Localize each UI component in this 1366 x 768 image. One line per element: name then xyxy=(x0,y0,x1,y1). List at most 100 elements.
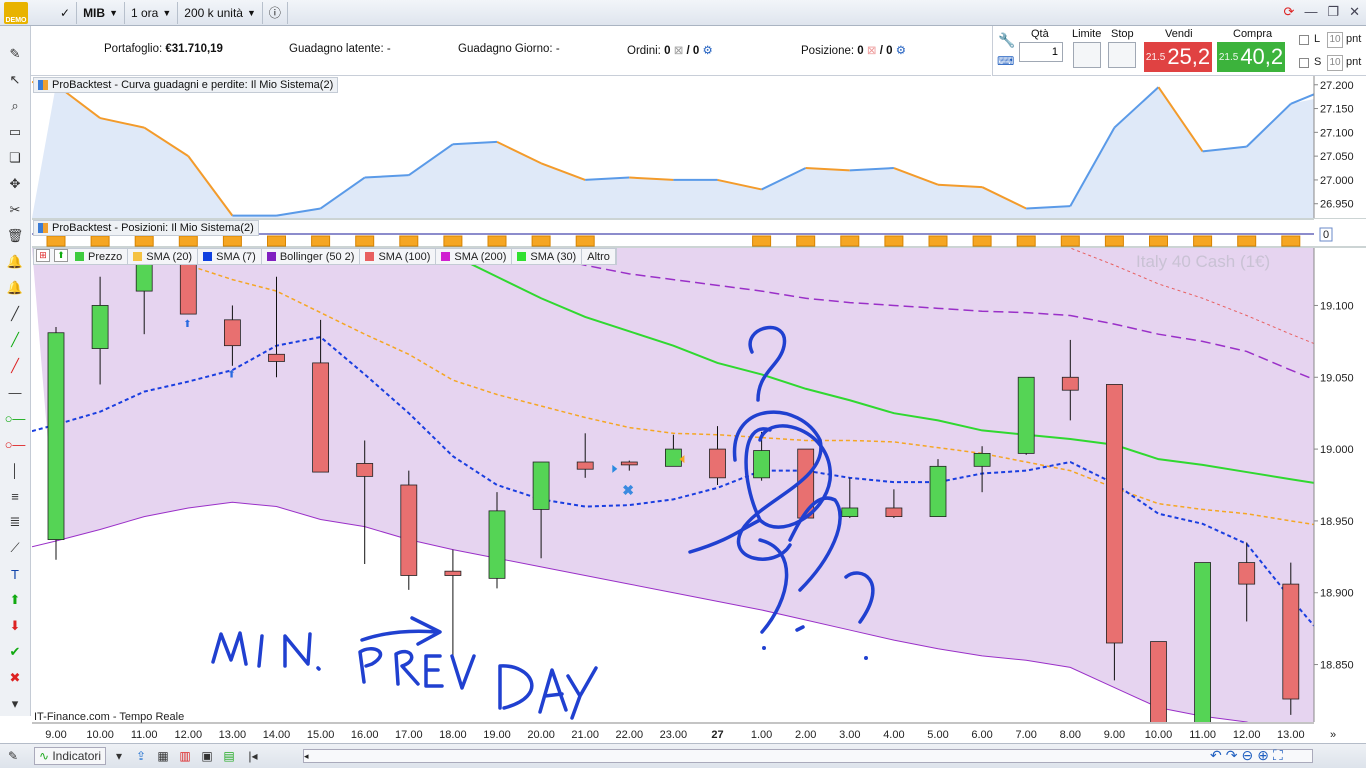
time-tick-label: 16.00 xyxy=(351,729,379,741)
position-marker xyxy=(134,235,154,247)
position-marker xyxy=(311,235,331,247)
candle-body xyxy=(1282,583,1300,700)
equity-tick-label: 27.050 xyxy=(1320,151,1354,163)
backtest-icon xyxy=(38,223,48,233)
legend-label: SMA (200) xyxy=(454,250,507,263)
trade-marker-icon: ⬆ xyxy=(227,369,235,380)
legend-item[interactable]: SMA (100) xyxy=(360,249,437,264)
candle-body xyxy=(841,507,859,517)
legend-item[interactable]: Bollinger (50 2) xyxy=(262,249,361,264)
chart-area[interactable]: 27.200 27.150 27.100 27.050 27.000 26.950 0 ⬆… xyxy=(0,0,1366,768)
time-tick-label: 19.00 xyxy=(483,729,511,741)
legend-item[interactable]: Altro xyxy=(582,249,616,264)
time-tick-label: 8.00 xyxy=(1060,729,1081,741)
time-tick-label: 11.00 xyxy=(131,729,158,741)
undo-icon[interactable]: ↶ xyxy=(1210,747,1222,764)
legend-item[interactable]: SMA (7) xyxy=(198,249,262,264)
scroll-first-icon[interactable]: |◂ xyxy=(244,747,262,765)
scroll-left-icon[interactable]: ◂ xyxy=(304,751,316,761)
draw-icon[interactable]: ✎ xyxy=(4,747,22,765)
position-marker xyxy=(928,235,948,247)
position-marker xyxy=(46,235,66,247)
annotation-dot xyxy=(762,646,766,650)
cancel-marker-icon: ✖ xyxy=(622,482,634,498)
legend-swatch xyxy=(441,252,451,261)
legend-item[interactable]: SMA (30) xyxy=(512,249,583,264)
candle-body xyxy=(47,332,65,540)
time-tick-label: 9.00 xyxy=(45,729,66,741)
legend-label: SMA (20) xyxy=(146,250,193,263)
position-marker xyxy=(884,235,904,247)
data-source-label: IT-Finance.com - Tempo Reale xyxy=(34,711,185,723)
time-tick-label: 17.00 xyxy=(395,729,423,741)
horizontal-scrollbar[interactable]: ◂ xyxy=(303,749,1313,763)
equity-tick-label: 26.950 xyxy=(1320,199,1354,211)
equity-title-text: ProBacktest - Curva guadagni e perdite: … xyxy=(52,79,334,91)
candle-body xyxy=(709,448,726,479)
candle-body xyxy=(929,465,947,517)
candle-body xyxy=(444,570,462,576)
time-tick-label: 10.00 xyxy=(1145,729,1173,741)
position-marker xyxy=(267,235,286,247)
time-tick-label: 11.00 xyxy=(1189,729,1216,741)
time-tick-label: 12.00 xyxy=(175,729,203,741)
redo-icon[interactable]: ↷ xyxy=(1226,747,1238,764)
time-tick-label: 4.00 xyxy=(883,729,904,741)
price-tick-label: 18.850 xyxy=(1320,660,1354,672)
candle-body xyxy=(1017,376,1035,454)
equity-panel: 27.200 27.150 27.100 27.050 27.000 26.950 xyxy=(31,76,1366,220)
candle-body xyxy=(885,507,903,517)
legend-label: Altro xyxy=(587,250,610,263)
price-tick-label: 19.100 xyxy=(1320,300,1354,312)
screener-icon[interactable]: ▤ xyxy=(220,747,238,765)
legend-label: Prezzo xyxy=(88,250,123,263)
position-marker xyxy=(90,235,110,247)
fullscreen-icon[interactable]: ⛶ xyxy=(1273,747,1283,764)
legend-item[interactable]: SMA (200) xyxy=(436,249,513,264)
time-tick-label: 13.00 xyxy=(219,729,247,741)
close-chart-icon[interactable]: ⊞ xyxy=(36,249,50,262)
price-tick-label: 18.900 xyxy=(1320,588,1354,600)
chevron-down-icon[interactable]: ▾ xyxy=(110,747,128,765)
position-marker xyxy=(1193,235,1213,247)
legend-swatch xyxy=(266,252,276,261)
bar-chart-icon[interactable]: ▥ xyxy=(176,747,194,765)
position-marker xyxy=(1060,235,1080,247)
position-marker xyxy=(531,235,551,247)
equity-axis-bg xyxy=(1314,76,1366,218)
indicator-legend: ⊞ ⬆ Prezzo SMA (20) SMA (7) Bollinger (50 2… xyxy=(33,248,617,265)
legend-item[interactable]: Prezzo xyxy=(70,249,129,264)
zoom-in-icon[interactable]: ⊕ xyxy=(1257,747,1269,764)
layout-icon[interactable]: ▦ xyxy=(154,747,172,765)
equity-panel-title[interactable]: ProBacktest - Curva guadagni e perdite: … xyxy=(33,77,339,93)
equity-tick-label: 27.150 xyxy=(1320,104,1354,116)
time-tick-label: 12.00 xyxy=(1233,729,1261,741)
candle-body xyxy=(753,450,770,479)
time-tick-label: 14.00 xyxy=(263,729,291,741)
candle-body xyxy=(400,484,418,576)
position-marker xyxy=(796,235,816,247)
legend-label: SMA (30) xyxy=(530,250,577,263)
time-tick-label: 10.00 xyxy=(86,729,114,741)
candle-body xyxy=(356,463,374,477)
window-icon[interactable]: ▣ xyxy=(198,747,216,765)
bottom-toolbar: ✎ ∿ Indicatori ▾ ⇪ ▦ ▥ ▣ ▤ |◂ ◂ ↶ ↷ ⊖ ⊕ … xyxy=(0,743,1366,768)
positions-panel-title[interactable]: ProBacktest - Posizioni: Il Mio Sistema(… xyxy=(33,220,259,236)
position-marker xyxy=(355,235,375,247)
time-tick-label: 15.00 xyxy=(307,729,335,741)
legend-items: Prezzo SMA (20) SMA (7) Bollinger (50 2) SMA… xyxy=(70,249,616,264)
candle-body xyxy=(1061,376,1079,391)
legend-label: SMA (7) xyxy=(216,250,256,263)
candle-body xyxy=(665,448,682,467)
time-tick-label: 9.00 xyxy=(1104,729,1125,741)
legend-item[interactable]: SMA (20) xyxy=(128,249,199,264)
position-marker xyxy=(972,235,992,247)
candle-body xyxy=(576,461,594,470)
time-tick-label: 13.00 xyxy=(1277,729,1305,741)
zoom-out-icon[interactable]: ⊖ xyxy=(1241,747,1253,764)
time-tick-label: 7.00 xyxy=(1015,729,1036,741)
candle-body xyxy=(223,319,241,347)
up-arrow-icon[interactable]: ⬆ xyxy=(54,249,68,262)
indicators-button[interactable]: ∿ Indicatori xyxy=(34,747,106,765)
share-icon[interactable]: ⇪ xyxy=(132,747,150,765)
